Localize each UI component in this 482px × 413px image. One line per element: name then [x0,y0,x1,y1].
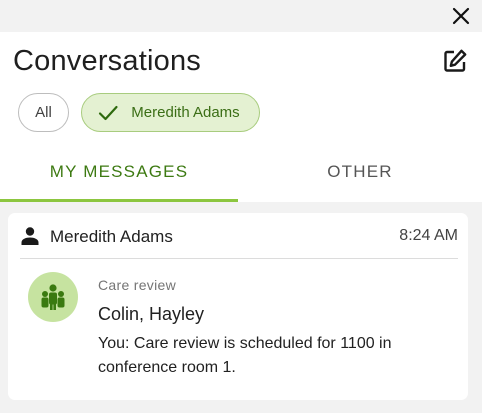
filter-chip-label: Meredith Adams [131,104,240,121]
filter-chip-label: All [35,104,52,121]
conversation-time: 8:24 AM [399,227,458,244]
filter-chip-meredith-adams[interactable]: Meredith Adams [81,93,260,132]
conversation-card[interactable]: Meredith Adams 8:24 AM Care review Colin… [8,213,468,400]
conversation-participants: Colin, Hayley [98,304,205,324]
conversation-preview: You: Care review is scheduled for 1100 i… [98,335,392,376]
conversations-panel: Conversations All Meredith Adams MY MESS… [0,32,482,413]
tab-other[interactable]: OTHER [238,150,482,202]
avatar [28,272,78,322]
tab-label: MY MESSAGES [49,162,189,181]
window-top-bar [0,0,482,32]
conversation-sender: Meredith Adams [50,227,173,246]
conversation-card-header: Meredith Adams 8:24 AM [8,213,468,259]
person-icon [21,227,39,245]
page-title: Conversations [13,45,201,77]
check-icon [99,105,118,120]
conversation-subject: Care review [98,277,176,293]
group-icon [41,284,65,310]
divider [20,258,458,259]
tab-my-messages[interactable]: MY MESSAGES [0,150,238,202]
filter-chip-all[interactable]: All [18,93,69,132]
header: Conversations [0,32,482,90]
conversation-list: Meredith Adams 8:24 AM Care review Colin… [0,202,482,413]
tab-bar: MY MESSAGES OTHER [0,150,482,202]
tab-label: OTHER [327,162,393,181]
compose-icon[interactable] [442,48,468,74]
close-icon[interactable] [450,5,472,27]
